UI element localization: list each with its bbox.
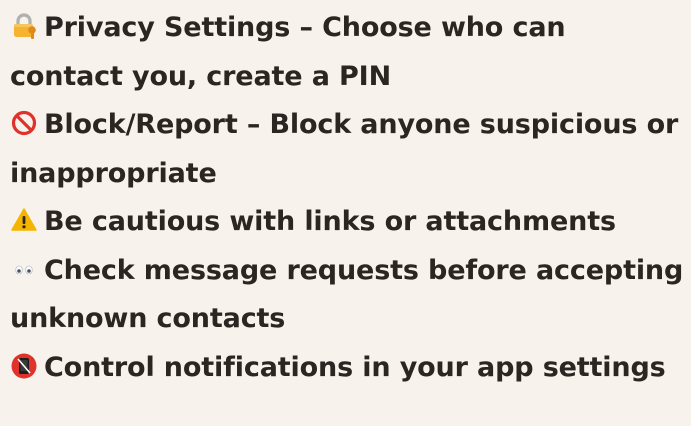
prohibited-icon (10, 109, 38, 137)
tip-privacy-settings: Privacy Settings – Choose who can contac… (10, 4, 685, 101)
safety-tips-list: Privacy Settings – Choose who can contac… (10, 4, 685, 392)
warning-icon (10, 206, 38, 234)
eyes-icon (10, 255, 38, 283)
mobile-phone-off-icon (10, 352, 38, 380)
tip-message-requests: Check message requests before accepting … (10, 247, 685, 344)
safety-tips-card: Privacy Settings – Choose who can contac… (0, 0, 691, 426)
tip-text: Be cautious with links or attachments (44, 206, 616, 237)
tip-notifications: Control notifications in your app settin… (10, 344, 685, 393)
locked-with-key-icon (10, 12, 38, 40)
tip-text: Check message requests before accepting … (10, 254, 684, 335)
tip-text: Block/Report – Block anyone suspicious o… (10, 109, 679, 189)
tip-text: Privacy Settings – Choose who can contac… (10, 12, 566, 92)
tip-links-attachments: Be cautious with links or attachments (10, 198, 685, 247)
tip-text: Control notifications in your app settin… (44, 351, 666, 383)
tip-block-report: Block/Report – Block anyone suspicious o… (10, 101, 685, 198)
